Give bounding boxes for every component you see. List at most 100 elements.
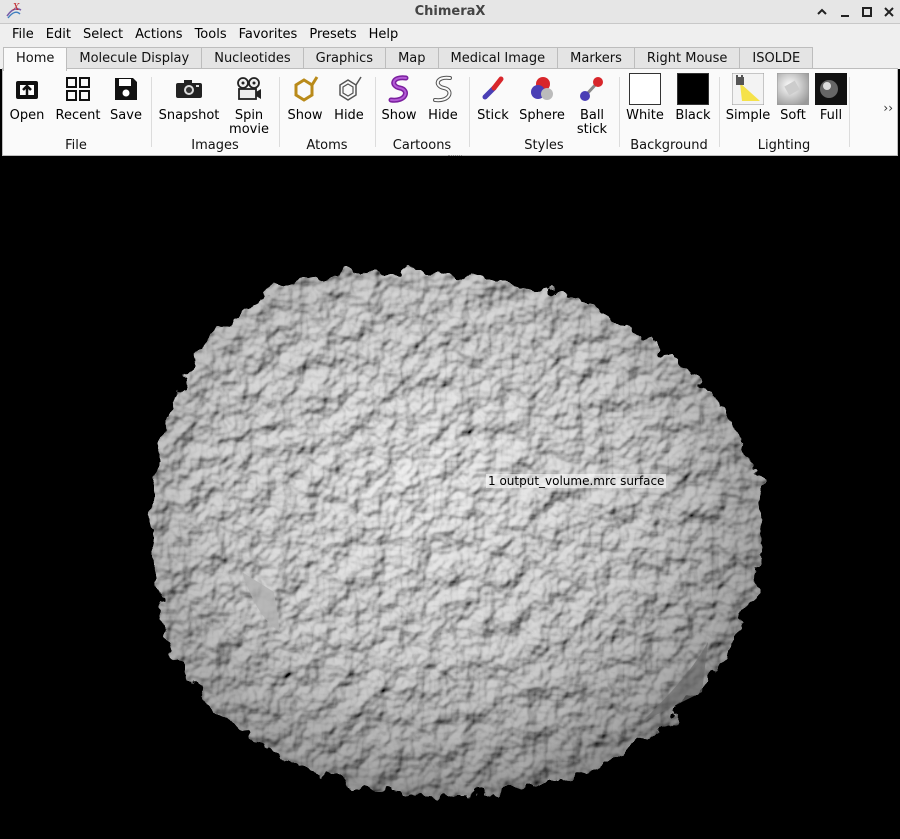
black-swatch-icon [676, 73, 710, 105]
separator [619, 77, 620, 147]
cartoons-group: Show Hide Cartoons [377, 69, 467, 155]
tab-bar: Home Molecule Display Nucleotides Graphi… [0, 45, 900, 71]
separator [375, 77, 376, 147]
atom-show-icon [288, 73, 322, 105]
model-label: 1 output_volume.mrc surface [486, 474, 667, 488]
spin-movie-label: Spin movie [229, 108, 269, 137]
file-group-label: File [65, 138, 87, 153]
menu-file[interactable]: File [6, 25, 40, 44]
toolbar-overflow-button[interactable]: ›› [883, 101, 893, 115]
recent-button[interactable]: Recent [55, 73, 101, 123]
close-button[interactable] [879, 2, 899, 22]
separator [279, 77, 280, 147]
soft-lighting-icon [776, 73, 810, 105]
tab-map[interactable]: Map [385, 47, 439, 69]
lighting-group: Simple Soft Full Lighting [721, 69, 847, 155]
menu-select[interactable]: Select [77, 25, 129, 44]
stick-label: Stick [477, 108, 509, 123]
window-title: ChimeraX [414, 4, 486, 19]
soft-label: Soft [780, 108, 806, 123]
tab-graphics[interactable]: Graphics [302, 47, 387, 69]
toolbar-resize-grip[interactable] [448, 155, 462, 158]
tab-nucleotides[interactable]: Nucleotides [201, 47, 304, 69]
simple-lighting-icon [731, 73, 765, 105]
maximize-button[interactable] [857, 2, 877, 22]
menu-bar: File Edit Select Actions Tools Favorites… [0, 24, 900, 45]
grid-icon [61, 73, 95, 105]
cartoons-group-label: Cartoons [392, 138, 452, 153]
cartoon-show-icon [382, 73, 416, 105]
ball-and-stick-icon [575, 73, 609, 105]
simple-lighting-button[interactable]: Simple [725, 73, 771, 123]
atom-hide-icon [332, 73, 366, 105]
cartoon-hide-icon [426, 73, 460, 105]
white-background-button[interactable]: White [623, 73, 667, 123]
tab-molecule-display[interactable]: Molecule Display [66, 47, 203, 69]
atoms-hide-label: Hide [334, 108, 364, 123]
recent-label: Recent [55, 108, 101, 123]
background-group: White Black Background [621, 69, 717, 155]
full-lighting-button[interactable]: Full [813, 73, 849, 123]
atoms-show-button[interactable]: Show [285, 73, 325, 123]
menu-actions[interactable]: Actions [129, 25, 189, 44]
menu-favorites[interactable]: Favorites [233, 25, 304, 44]
spin-movie-button[interactable]: Spin movie [227, 73, 271, 137]
open-button[interactable]: Open [7, 73, 47, 123]
open-label: Open [9, 108, 45, 123]
separator [469, 77, 470, 147]
floppy-disk-icon [109, 73, 143, 105]
white-swatch-icon [628, 73, 662, 105]
atoms-hide-button[interactable]: Hide [329, 73, 369, 123]
ball-stick-label: Ball stick [576, 108, 608, 137]
tab-markers[interactable]: Markers [557, 47, 635, 69]
images-group-label: Images [191, 138, 239, 153]
camera-icon [172, 73, 206, 105]
menu-edit[interactable]: Edit [40, 25, 77, 44]
styles-group-label: Styles [524, 138, 564, 153]
sphere-button[interactable]: Sphere [517, 73, 567, 123]
sphere-icon [525, 73, 559, 105]
tab-home[interactable]: Home [3, 47, 68, 71]
graphics-viewport[interactable]: 1 output_volume.mrc surface [2, 162, 898, 839]
ball-stick-button[interactable]: Ball stick [571, 73, 613, 137]
cartoons-show-label: Show [381, 108, 417, 123]
tab-right-mouse[interactable]: Right Mouse [633, 47, 741, 69]
separator [719, 77, 720, 147]
movie-camera-icon [232, 73, 266, 105]
density-surface [151, 272, 765, 796]
title-bar: X ChimeraX [0, 0, 900, 24]
menu-help[interactable]: Help [363, 25, 405, 44]
stick-button[interactable]: Stick [473, 73, 513, 123]
soft-lighting-button[interactable]: Soft [775, 73, 811, 123]
atoms-show-label: Show [287, 108, 323, 123]
tab-medical-image[interactable]: Medical Image [437, 47, 559, 69]
atoms-group: Show Hide Atoms [281, 69, 373, 155]
full-label: Full [819, 108, 843, 123]
snapshot-button[interactable]: Snapshot [159, 73, 219, 123]
open-icon [10, 73, 44, 105]
menu-presets[interactable]: Presets [303, 25, 362, 44]
black-label: Black [675, 108, 711, 123]
black-background-button[interactable]: Black [671, 73, 715, 123]
atoms-group-label: Atoms [306, 138, 348, 153]
lighting-group-label: Lighting [757, 138, 811, 153]
cartoons-show-button[interactable]: Show [379, 73, 419, 123]
save-label: Save [110, 108, 142, 123]
background-group-label: Background [630, 138, 708, 153]
styles-group: Stick Sphere Ball stick Styles [471, 69, 617, 155]
home-toolbar: Open Recent Save File Snapshot Spin movi… [2, 68, 898, 156]
images-group: Snapshot Spin movie Images [153, 69, 277, 155]
save-button[interactable]: Save [107, 73, 145, 123]
tab-isolde[interactable]: ISOLDE [739, 47, 814, 69]
file-group: Open Recent Save File [3, 69, 149, 155]
cartoons-hide-button[interactable]: Hide [423, 73, 463, 123]
separator [849, 77, 850, 147]
cartoons-hide-label: Hide [428, 108, 458, 123]
full-lighting-icon [814, 73, 848, 105]
menu-tools[interactable]: Tools [189, 25, 233, 44]
white-label: White [626, 108, 664, 123]
separator [151, 77, 152, 147]
chevron-up-icon[interactable] [812, 2, 832, 22]
minimize-button[interactable] [835, 2, 855, 22]
snapshot-label: Snapshot [158, 108, 220, 123]
